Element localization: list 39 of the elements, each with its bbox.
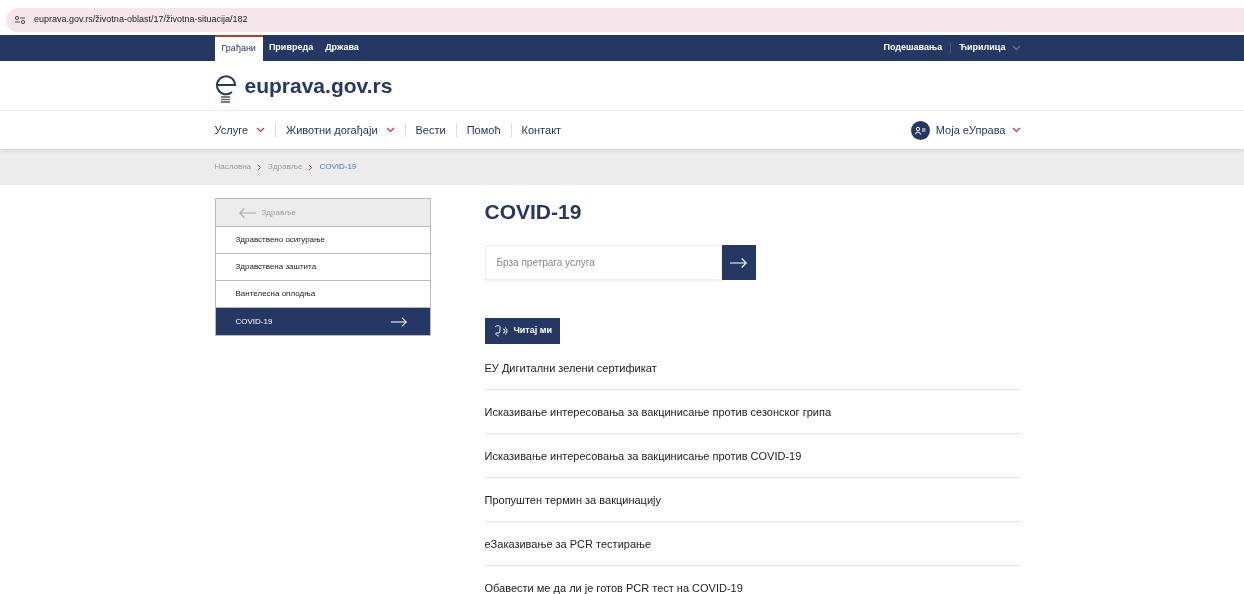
page-title: COVID-19 — [484, 199, 583, 225]
search-field[interactable]: Брза претрага услуга — [484, 245, 722, 280]
account-menu[interactable]: Моја еУправа — [910, 120, 1027, 140]
service-link[interactable]: Пропуштен термин за вакцинацију — [484, 493, 1021, 507]
chevron-down-icon — [1011, 45, 1021, 51]
arrow-right-icon — [390, 315, 408, 328]
search-button[interactable] — [721, 245, 756, 280]
menu-item[interactable]: Услуге — [214, 121, 266, 139]
audience-tab[interactable]: Држава — [319, 35, 365, 61]
chevron-down-icon — [1011, 127, 1021, 133]
url-text: euprava.gov.rs/životna-oblast/17/životna-situacija/182 — [34, 12, 248, 26]
chevron-right-icon — [257, 163, 263, 171]
settings-link[interactable]: Подешавања — [883, 41, 943, 55]
logo-text[interactable]: euprava.gov.rs — [244, 69, 393, 102]
chevron-down-icon — [385, 127, 395, 133]
read-aloud-button[interactable]: Читај ми — [484, 318, 560, 344]
chevron-right-icon — [308, 163, 314, 171]
service-link[interactable]: Исказивање интересовања за вакцинисање против COVID-19 — [484, 449, 1021, 463]
address-bar[interactable]: euprava.gov.rs/životna-oblast/17/životna-situacija/182 — [6, 7, 1244, 32]
audience-tab[interactable]: Привреда — [262, 35, 320, 61]
breadcrumb-link[interactable]: COVID-19 — [319, 161, 357, 173]
menu-item[interactable]: Контакт — [521, 121, 562, 139]
logo-icon — [214, 72, 237, 103]
service-link[interactable]: ЕУ Дигитални зелени сертификат — [484, 361, 1021, 375]
service-link[interactable]: Исказивање интересовања за вакцинисање против сезонског грипа — [484, 405, 1021, 419]
language-selector[interactable]: Ћирилица — [959, 41, 1021, 55]
arrow-left-icon — [237, 206, 256, 219]
user-icon — [910, 120, 930, 140]
service-link[interactable]: еЗаказивање за PCR тестирање — [484, 537, 1021, 551]
audience-tab[interactable]: Грађани — [214, 35, 263, 61]
arrow-right-icon — [729, 256, 748, 269]
chevron-down-icon — [256, 127, 266, 133]
menu-item[interactable]: Вести — [415, 121, 446, 139]
service-link[interactable]: Обавести ме да ли је готов PCR тест на COVID-19 — [484, 581, 1021, 594]
menu-item[interactable]: Животни догађаји — [286, 121, 395, 139]
menu-item[interactable]: Помоћ — [466, 121, 501, 139]
site-settings-icon[interactable] — [14, 14, 26, 25]
speaking-head-icon — [492, 324, 509, 338]
sidebar-item[interactable]: COVID-19 — [215, 308, 430, 335]
